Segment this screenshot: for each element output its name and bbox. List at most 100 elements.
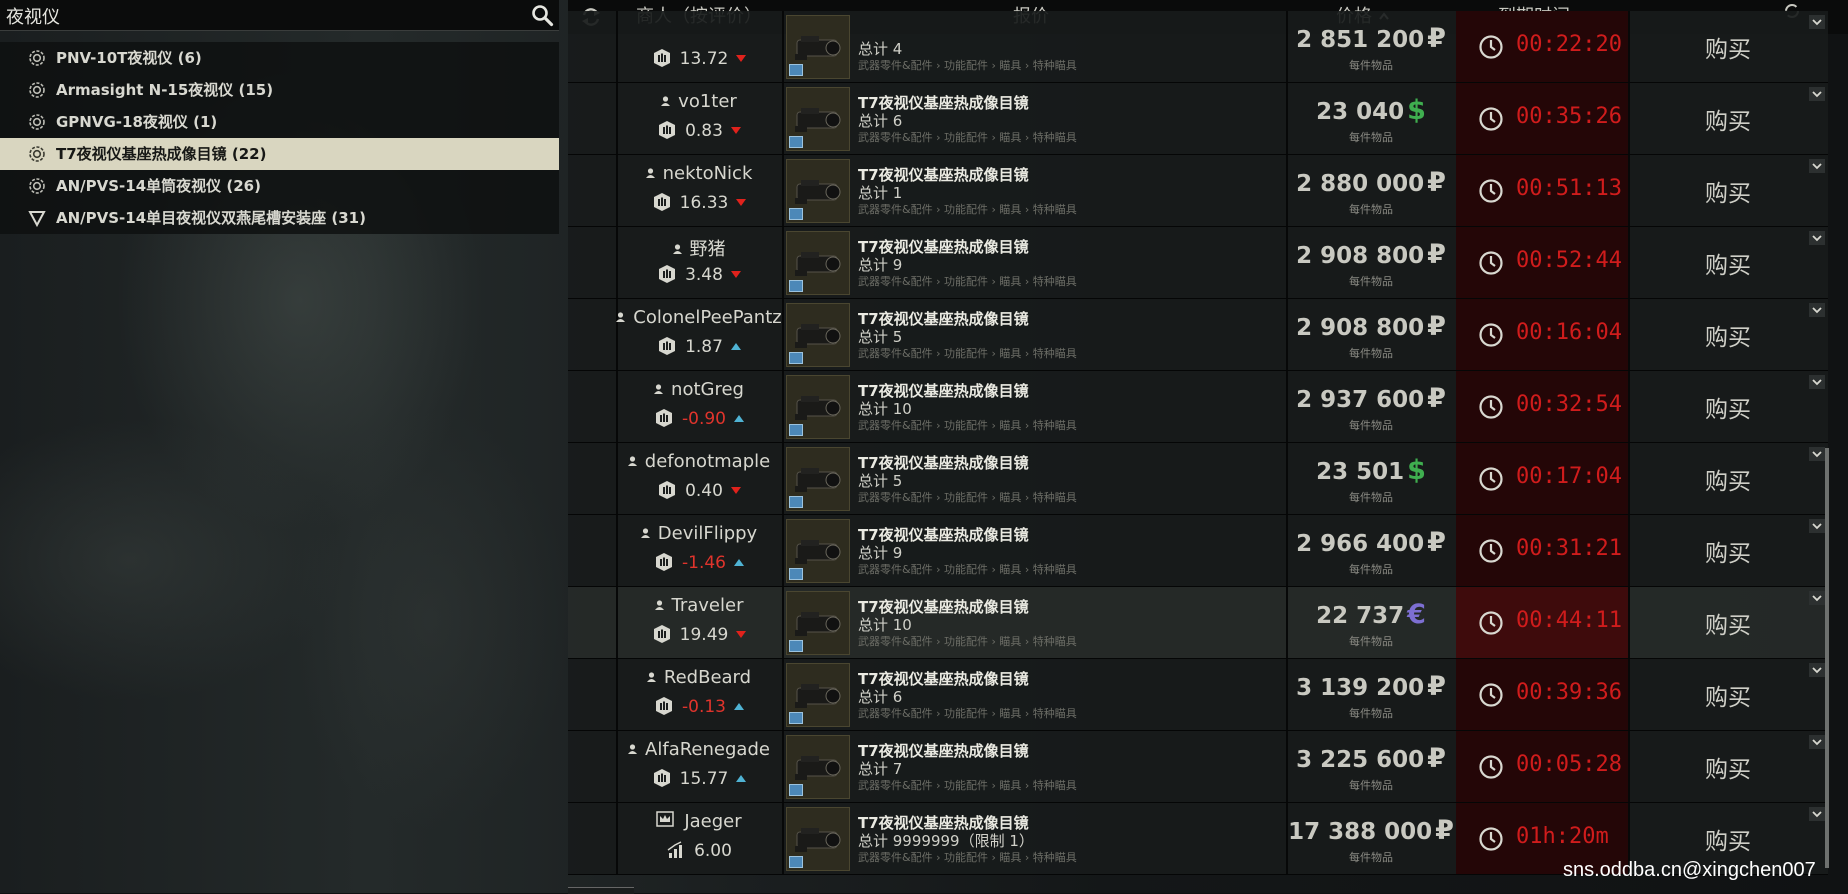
trader-name[interactable]: nektoNick: [616, 163, 782, 184]
offer-row[interactable]: 13.72 总计 4 武器零件&配件 › 功能配件 › 瞄具 › 特种瞄具 2 851…: [568, 11, 1828, 83]
buy-button[interactable]: 购买: [1628, 246, 1828, 280]
buy-button[interactable]: 购买: [1628, 390, 1828, 424]
expand-chevron-icon[interactable]: [1809, 519, 1825, 533]
trader-name[interactable]: ColonelPeePantz: [616, 307, 782, 328]
offer-row[interactable]: Traveler 19.49 T7夜视仪基座热成像目镜 总计 10 武器零件&配件 › …: [568, 587, 1828, 659]
offer-row[interactable]: defonotmaple 0.40 T7夜视仪基座热成像目镜 总计 5 武器零件&配件 …: [568, 443, 1828, 515]
item-thumbnail[interactable]: [786, 663, 850, 727]
item-cell[interactable]: T7夜视仪基座热成像目镜 总计 10 武器零件&配件 › 功能配件 › 瞄具 › 特…: [782, 371, 1288, 442]
trader-cell[interactable]: nektoNick 16.33: [616, 155, 784, 226]
offer-row[interactable]: ColonelPeePantz 1.87 T7夜视仪基座热成像目镜 总计 5 武器零件&…: [568, 299, 1828, 371]
item-cell[interactable]: T7夜视仪基座热成像目镜 总计 1 武器零件&配件 › 功能配件 › 瞄具 › 特种…: [782, 155, 1288, 226]
item-thumbnail[interactable]: [786, 87, 850, 151]
trader-cell[interactable]: 野猪 3.48: [616, 227, 784, 298]
category-item[interactable]: Armasight N-15夜视仪 (15): [0, 74, 559, 106]
category-item[interactable]: AN/PVS-14单筒夜视仪 (26): [0, 170, 559, 202]
scrollbar[interactable]: [1825, 448, 1829, 868]
expand-chevron-icon[interactable]: [1809, 591, 1825, 605]
buy-button[interactable]: 购买: [1628, 678, 1828, 712]
trader-name[interactable]: RedBeard: [616, 667, 782, 688]
item-thumbnail[interactable]: [786, 303, 850, 367]
offer-row[interactable]: DevilFlippy -1.46 T7夜视仪基座热成像目镜 总计 9 武器零件&配件 …: [568, 515, 1828, 587]
expand-chevron-icon[interactable]: [1809, 735, 1825, 749]
expand-chevron-icon[interactable]: [1809, 15, 1825, 29]
trader-cell[interactable]: Jaeger 6.00: [616, 803, 784, 874]
item-cell[interactable]: T7夜视仪基座热成像目镜 总计 5 武器零件&配件 › 功能配件 › 瞄具 › 特种…: [782, 443, 1288, 514]
trader-cell[interactable]: notGreg -0.90: [616, 371, 784, 442]
buy-button[interactable]: 购买: [1628, 606, 1828, 640]
trader-cell[interactable]: defonotmaple 0.40: [616, 443, 784, 514]
item-thumbnail[interactable]: [786, 159, 850, 223]
trader-name[interactable]: notGreg: [616, 379, 782, 400]
item-thumbnail[interactable]: [786, 231, 850, 295]
item-thumbnail[interactable]: [786, 447, 850, 511]
item-cell[interactable]: T7夜视仪基座热成像目镜 总计 6 武器零件&配件 › 功能配件 › 瞄具 › 特种…: [782, 83, 1288, 154]
preview-icon[interactable]: [789, 64, 803, 76]
preview-icon[interactable]: [789, 784, 803, 796]
expand-chevron-icon[interactable]: [1809, 87, 1825, 101]
offer-row[interactable]: RedBeard -0.13 T7夜视仪基座热成像目镜 总计 6 武器零件&配件 › 功…: [568, 659, 1828, 731]
trader-name[interactable]: 野猪: [616, 235, 782, 261]
item-thumbnail[interactable]: [786, 15, 850, 79]
trader-name[interactable]: Jaeger: [616, 811, 782, 832]
trader-name[interactable]: defonotmaple: [616, 451, 782, 472]
offer-row[interactable]: notGreg -0.90 T7夜视仪基座热成像目镜 总计 10 武器零件&配件 › 功…: [568, 371, 1828, 443]
trader-cell[interactable]: ColonelPeePantz 1.87: [616, 299, 784, 370]
preview-icon[interactable]: [789, 208, 803, 220]
preview-icon[interactable]: [789, 280, 803, 292]
offer-row[interactable]: 野猪 3.48 T7夜视仪基座热成像目镜 总计 9 武器零件&配件 › 功能配件 › 瞄…: [568, 227, 1828, 299]
trader-cell[interactable]: DevilFlippy -1.46: [616, 515, 784, 586]
preview-icon[interactable]: [789, 496, 803, 508]
preview-icon[interactable]: [789, 712, 803, 724]
buy-button[interactable]: 购买: [1628, 822, 1828, 856]
trader-cell[interactable]: Traveler 19.49: [616, 587, 784, 658]
item-cell[interactable]: T7夜视仪基座热成像目镜 总计 9 武器零件&配件 › 功能配件 › 瞄具 › 特种…: [782, 515, 1288, 586]
buy-button[interactable]: 购买: [1628, 534, 1828, 568]
preview-icon[interactable]: [789, 856, 803, 868]
buy-button[interactable]: 购买: [1628, 30, 1828, 64]
trader-name[interactable]: DevilFlippy: [616, 523, 782, 544]
item-thumbnail[interactable]: [786, 735, 850, 799]
item-cell[interactable]: T7夜视仪基座热成像目镜 总计 10 武器零件&配件 › 功能配件 › 瞄具 › 特…: [782, 587, 1288, 658]
item-thumbnail[interactable]: [786, 591, 850, 655]
category-item[interactable]: GPNVG-18夜视仪 (1): [0, 106, 559, 138]
expand-chevron-icon[interactable]: [1809, 303, 1825, 317]
expand-chevron-icon[interactable]: [1809, 447, 1825, 461]
item-cell[interactable]: T7夜视仪基座热成像目镜 总计 7 武器零件&配件 › 功能配件 › 瞄具 › 特种…: [782, 731, 1288, 802]
preview-icon[interactable]: [789, 424, 803, 436]
expand-chevron-icon[interactable]: [1809, 231, 1825, 245]
item-thumbnail[interactable]: [786, 375, 850, 439]
preview-icon[interactable]: [789, 352, 803, 364]
preview-icon[interactable]: [789, 640, 803, 652]
buy-button[interactable]: 购买: [1628, 174, 1828, 208]
trader-cell[interactable]: RedBeard -0.13: [616, 659, 784, 730]
preview-icon[interactable]: [789, 136, 803, 148]
expand-chevron-icon[interactable]: [1809, 159, 1825, 173]
trader-name[interactable]: vo1ter: [616, 91, 782, 112]
item-thumbnail[interactable]: [786, 519, 850, 583]
search-icon[interactable]: [530, 3, 554, 27]
item-cell[interactable]: T7夜视仪基座热成像目镜 总计 6 武器零件&配件 › 功能配件 › 瞄具 › 特种…: [782, 659, 1288, 730]
trader-name[interactable]: AlfaRenegade: [616, 739, 782, 760]
offer-row[interactable]: nektoNick 16.33 T7夜视仪基座热成像目镜 总计 1 武器零件&配件 › …: [568, 155, 1828, 227]
buy-button[interactable]: 购买: [1628, 462, 1828, 496]
preview-icon[interactable]: [789, 568, 803, 580]
buy-button[interactable]: 购买: [1628, 318, 1828, 352]
buy-button[interactable]: 购买: [1628, 102, 1828, 136]
trader-cell[interactable]: 13.72: [616, 11, 784, 82]
item-thumbnail[interactable]: [786, 807, 850, 871]
item-cell[interactable]: T7夜视仪基座热成像目镜 总计 9 武器零件&配件 › 功能配件 › 瞄具 › 特种…: [782, 227, 1288, 298]
expand-chevron-icon[interactable]: [1809, 375, 1825, 389]
item-cell[interactable]: 总计 4 武器零件&配件 › 功能配件 › 瞄具 › 特种瞄具: [782, 11, 1288, 82]
item-cell[interactable]: T7夜视仪基座热成像目镜 总计 9999999（限制 1） 武器零件&配件 › 功能…: [782, 803, 1288, 874]
trader-name[interactable]: Traveler: [616, 595, 782, 616]
search-input[interactable]: [4, 4, 528, 28]
offer-row[interactable]: vo1ter 0.83 T7夜视仪基座热成像目镜 总计 6 武器零件&配件 › 功能配件…: [568, 83, 1828, 155]
category-item[interactable]: PNV-10T夜视仪 (6): [0, 42, 559, 74]
item-cell[interactable]: T7夜视仪基座热成像目镜 总计 5 武器零件&配件 › 功能配件 › 瞄具 › 特种…: [782, 299, 1288, 370]
offer-row[interactable]: AlfaRenegade 15.77 T7夜视仪基座热成像目镜 总计 7 武器零件&配件…: [568, 731, 1828, 803]
trader-cell[interactable]: vo1ter 0.83: [616, 83, 784, 154]
trader-cell[interactable]: AlfaRenegade 15.77: [616, 731, 784, 802]
buy-button[interactable]: 购买: [1628, 750, 1828, 784]
category-item[interactable]: T7夜视仪基座热成像目镜 (22): [0, 138, 559, 170]
